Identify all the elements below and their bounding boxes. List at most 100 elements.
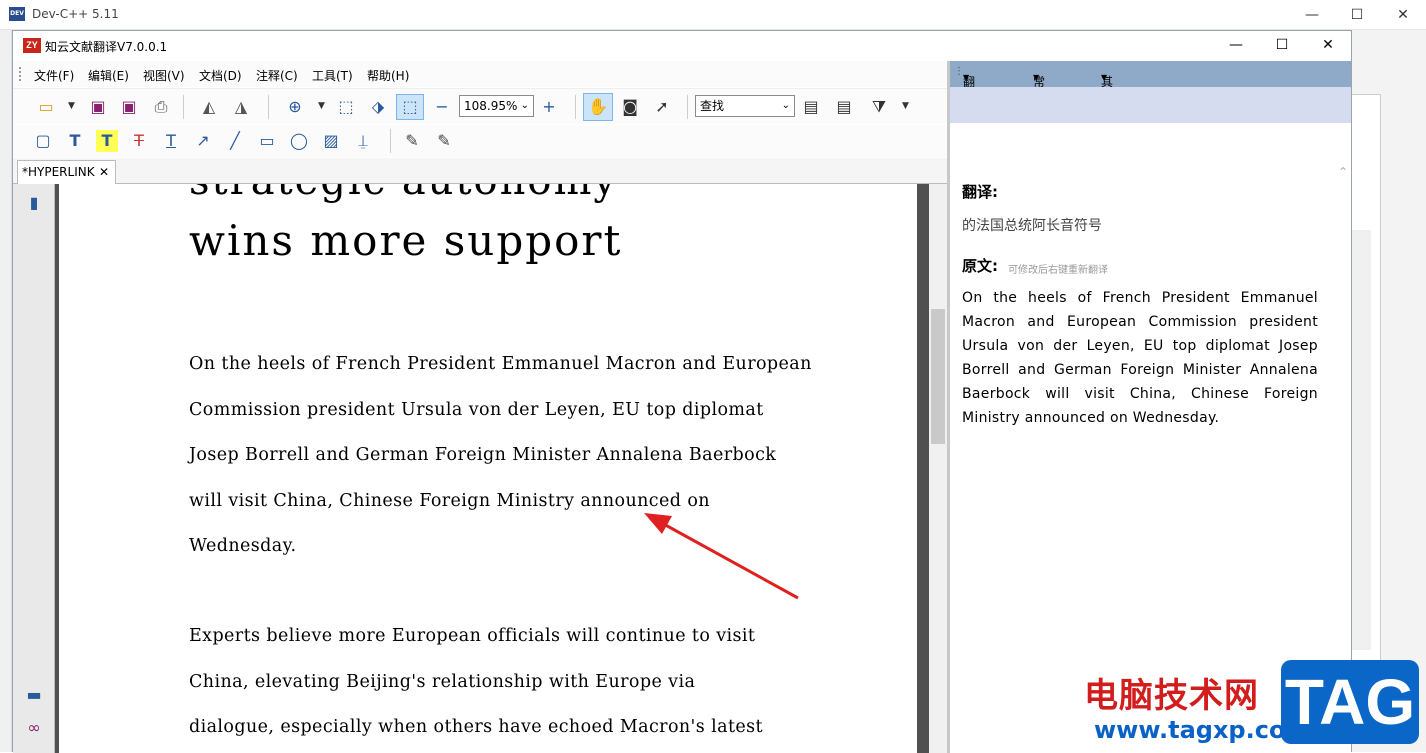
attachments-icon[interactable]: ∞ [23,717,45,739]
arrow-tool-icon[interactable]: ↗ [192,130,214,152]
window-title-bar: ZY 知云文献翻译V7.0.0.1 — ☐ ✕ [13,31,1351,60]
save-icon[interactable]: ▣ [87,96,109,118]
fit-page-icon[interactable]: ⬚ [335,96,357,118]
menu-annotate[interactable]: 注释(C) [256,67,298,84]
chevron-down-icon: ▼ [1101,73,1108,82]
maximize-button[interactable]: ☐ [1259,31,1305,60]
annotation-toolbar: ▢ T T T T ↗ ╱ ▭ ◯ ▨ ⍊ ✎ ✎ [13,125,947,157]
image-tool-icon[interactable]: ▨ [320,130,342,152]
paragraph-1-line: Josep Borrell and German Foreign Ministe… [189,445,777,465]
scroll-up-icon[interactable]: ⌃ [1338,165,1348,179]
open-folder-icon[interactable]: ▭ [35,96,57,118]
watermark-site-name: 电脑技术网 [1084,676,1259,716]
close-button[interactable]: ✕ [1305,31,1351,60]
paragraph-1-line: will visit China, Chinese Foreign Minist… [189,490,710,511]
main-toolbar: ▭ ▼ ▣ ▣ ⎙ ◭ ◮ ⊕ ▼ ⬚ ⬗ ⬚ − 108.95% ⌄ + ✋ ◙… [13,88,947,124]
zy-logo-icon: ZY [23,38,41,53]
search-select[interactable]: 查找 ⌄ [695,95,795,117]
paragraph-1-line: Commission president Ursula von der Leye… [189,399,764,420]
chevron-down-icon: ▼ [1033,73,1040,82]
translation-text[interactable]: 的法国总统阿长音符号 [962,215,1102,235]
menu-tools[interactable]: 工具(T) [312,67,353,84]
paragraph-1-line: On the heels of French President Emmanue… [189,354,812,374]
chevron-down-icon: ▼ [963,73,970,82]
zoom-plus-icon[interactable]: + [538,96,560,118]
print-icon[interactable]: ⎙ [150,96,172,118]
edit-note-icon[interactable]: ✎ [401,130,423,152]
rotate-left-icon[interactable]: ◭ [198,96,220,118]
background-scrollbar[interactable] [1351,230,1371,650]
devcpp-app-icon: DEV C++ [9,7,25,31]
menu-document[interactable]: 文档(D) [199,67,242,84]
document-scrollbar-thumb[interactable] [931,309,945,444]
outer-close-button[interactable]: ✕ [1380,0,1426,30]
hand-tool-icon[interactable]: ✋ [587,96,609,118]
toolbar-separator [183,95,184,119]
paragraph-2-line: dialogue, especially when others have ec… [189,717,763,737]
ellipse-tool-icon[interactable]: ◯ [288,130,310,152]
paragraph-1: On the heels of French President Emmanue… [189,342,829,570]
minimize-button[interactable]: — [1213,31,1259,60]
menu-edit[interactable]: 编辑(E) [88,67,129,84]
menu-view[interactable]: 视图(V) [143,67,185,84]
fit-width-icon[interactable]: ⬗ [367,96,389,118]
bookmark-icon[interactable]: ▮ [23,192,45,214]
article-heading-line2: wins more support [189,216,623,265]
find-next-icon[interactable]: ▤ [833,96,855,118]
filter-dropdown-icon[interactable]: ▼ [902,101,909,111]
highlight-text-icon[interactable]: T [96,130,118,152]
comment-icon[interactable]: ▢ [32,130,54,152]
snapshot-camera-icon[interactable]: ◙ [619,96,641,118]
document-viewport[interactable]: strategic autonomy wins more support On … [55,184,931,753]
zhiyun-window: ZY 知云文献翻译V7.0.0.1 — ☐ ✕ 文件(F) 编辑(E) 视图(V… [12,30,1352,753]
line-tool-icon[interactable]: ╱ [224,130,246,152]
menu-file[interactable]: 文件(F) [34,67,74,84]
open-dropdown-icon[interactable]: ▼ [68,101,75,111]
left-sidebar-panel: ▮ ▬ ∞ [13,184,55,753]
search-chevron-icon: ⌄ [781,100,790,111]
strikeout-icon[interactable]: T [128,130,150,152]
menu-grip [19,67,21,81]
fit-visible-icon[interactable]: ⬚ [399,96,421,118]
outer-minimize-button[interactable]: — [1289,0,1335,30]
paragraph-2: Experts believe more European officials … [189,614,829,751]
paragraph-2-line: China, elevating Beijing's relationship … [189,671,696,692]
comments-panel-icon[interactable]: ▬ [23,684,45,706]
zoom-select[interactable]: 108.95% ⌄ [459,95,534,117]
text-box-icon[interactable]: T [64,130,86,152]
original-text[interactable]: On the heels of French President Emmanue… [962,286,1318,430]
watermark-url: www.tagxp.com [1094,716,1311,744]
zoom-value: 108.95% [464,99,518,113]
rectangle-tool-icon[interactable]: ▭ [256,130,278,152]
select-text-icon[interactable]: ➚ [651,96,673,118]
rotate-right-icon[interactable]: ◮ [230,96,252,118]
note-settings-icon[interactable]: ✎ [433,130,455,152]
left-sidebar: ▮ ▬ ∞ [13,184,55,753]
outer-window-title: Dev-C++ 5.11 [32,7,119,21]
outer-maximize-button[interactable]: ☐ [1334,0,1380,30]
toolbar-separator [687,95,688,119]
translation-panel-menu: ⋮ 翻译引擎 ▼ 常用链接 ▼ 其他功能 ▼ [950,61,1351,140]
toolbar-separator [575,95,576,119]
zoom-chevron-icon: ⌄ [520,100,529,111]
tab-label: *HYPERLINK [22,165,95,179]
document-scrollbar[interactable] [929,184,947,753]
zoom-out-icon[interactable]: − [431,96,453,118]
paragraph-2-line: Experts believe more European officials … [189,626,756,646]
tab-close-icon[interactable]: ✕ [99,161,109,183]
highlight-filter-icon[interactable]: ⧩ [868,96,890,118]
stamp-tool-icon[interactable]: ⍊ [352,130,374,152]
tab-hyperlink[interactable]: *HYPERLINK ✕ [17,160,116,184]
window-title: 知云文献翻译V7.0.0.1 [45,40,168,54]
underline-icon[interactable]: T [160,130,182,152]
toolbar-separator [390,129,391,153]
find-prev-icon[interactable]: ▤ [800,96,822,118]
search-placeholder: 查找 [700,99,725,113]
outer-title-bar: DEV C++ Dev-C++ 5.11 — ☐ ✕ [0,0,1426,31]
zoom-in-magnifier-icon[interactable]: ⊕ [284,96,306,118]
translation-panel-scrollbar[interactable]: ⌃ [1336,123,1351,753]
save-all-icon[interactable]: ▣ [118,96,140,118]
zoom-dropdown-icon[interactable]: ▼ [318,101,325,111]
menu-help[interactable]: 帮助(H) [367,67,409,84]
original-hint: 可修改后右键重新翻译 [1008,265,1108,276]
